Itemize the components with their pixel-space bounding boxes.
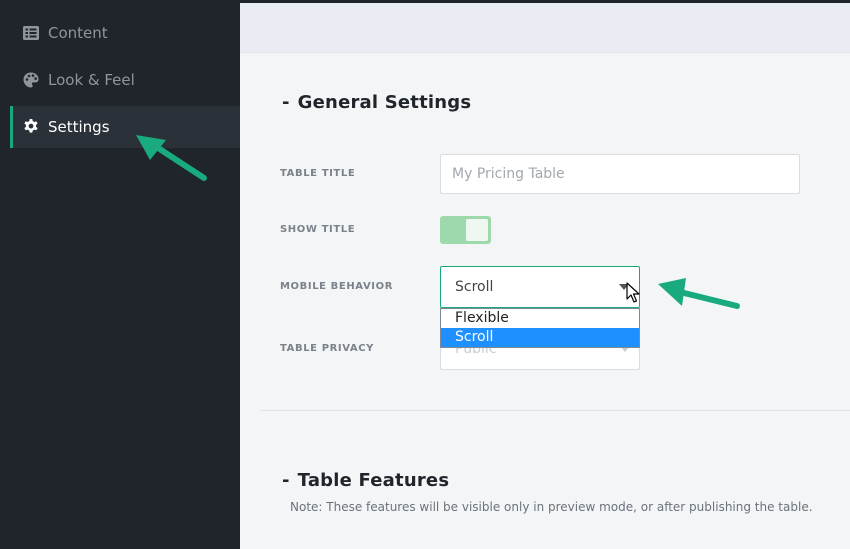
general-settings-title[interactable]: - General Settings <box>282 92 471 113</box>
dropdown-option-scroll[interactable]: Scroll <box>441 328 639 347</box>
dropdown-option-flexible[interactable]: Flexible <box>441 309 639 328</box>
table-title-input[interactable] <box>452 166 788 182</box>
features-note: Note: These features will be visible onl… <box>290 500 813 514</box>
mobile-behavior-select[interactable]: Scroll <box>440 266 640 308</box>
main-panel: -General Settings TABLE TITLE SHOW TITLE… <box>240 3 850 549</box>
collapse-toggle-icon: - <box>282 470 290 491</box>
section-divider <box>260 410 850 411</box>
sidebar: Content Look & Feel Settings <box>0 0 240 549</box>
sidebar-item-label: Content <box>48 24 108 42</box>
gear-icon <box>22 118 40 136</box>
list-icon <box>22 24 40 42</box>
mobile-behavior-value: Scroll <box>455 279 494 295</box>
mobile-behavior-dropdown: Flexible Scroll <box>440 308 640 348</box>
show-title-toggle[interactable] <box>440 216 491 244</box>
annotation-arrow-icon <box>136 135 207 181</box>
sidebar-item-content[interactable]: Content <box>10 12 240 54</box>
mobile-behavior-label: MOBILE BEHAVIOR <box>280 281 394 292</box>
palette-icon <box>22 71 40 89</box>
collapse-toggle-icon: - <box>282 92 290 113</box>
toggle-knob <box>466 219 488 241</box>
sidebar-item-label: Settings <box>48 118 110 136</box>
show-title-label: SHOW TITLE <box>280 224 356 235</box>
main-header-bar <box>240 3 850 53</box>
top-strip <box>0 0 850 3</box>
table-privacy-label: TABLE PRIVACY <box>280 343 375 354</box>
table-features-title[interactable]: - Table Features <box>282 470 449 491</box>
mouse-cursor-icon <box>626 282 640 303</box>
annotation-arrow-icon <box>658 278 740 309</box>
sidebar-item-look-and-feel[interactable]: Look & Feel <box>10 59 240 101</box>
table-title-field[interactable] <box>440 154 800 194</box>
table-title-label: TABLE TITLE <box>280 168 356 179</box>
sidebar-item-label: Look & Feel <box>48 71 135 89</box>
